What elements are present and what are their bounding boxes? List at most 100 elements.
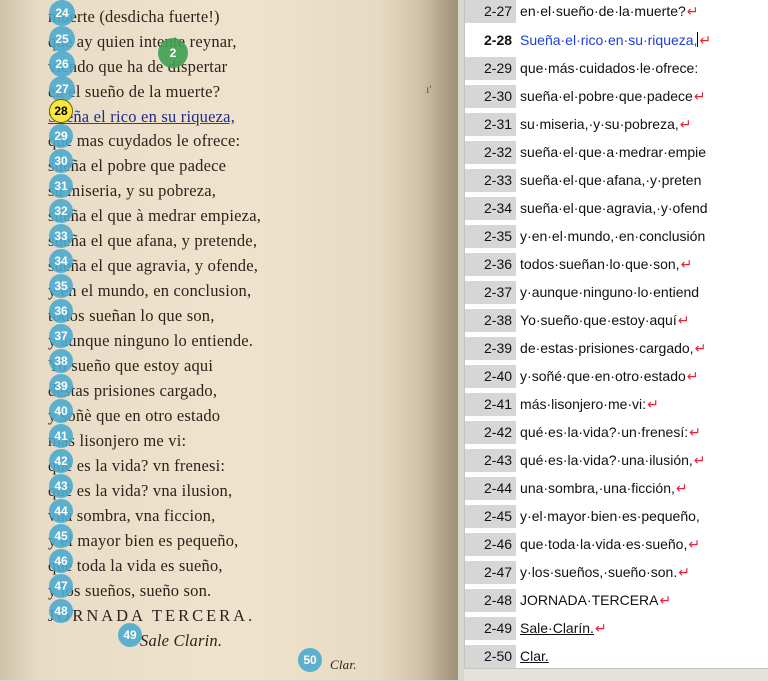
editor-row[interactable]: 2-31 su·miseria,·y·su·pobreza,↵ [465, 113, 691, 136]
line-marker-36[interactable]: 36 [49, 299, 73, 323]
line-text[interactable]: JORNADA·TERCERA [520, 592, 658, 608]
pilcrow-icon: ↵ [686, 368, 699, 384]
line-text[interactable]: su·miseria,·y·su·pobreza, [520, 116, 679, 132]
scan-line-49: Sale Clarin. [140, 631, 223, 650]
editor-row[interactable]: 2-27 en·el·sueño·de·la·muerte?↵ [465, 0, 699, 23]
line-marker-49[interactable]: 49 [118, 623, 142, 647]
line-marker-26[interactable]: 26 [49, 51, 75, 77]
line-text[interactable]: en·el·sueño·de·la·muerte? [520, 3, 686, 19]
editor-row[interactable]: 2-32 sueña·el·que·a·medrar·empie [465, 141, 706, 164]
editor-row[interactable]: 2-43 qué·es·la·vida?·una·ilusión,↵ [465, 449, 706, 472]
scan-line-29: que mas cuydados le ofrece: [48, 131, 241, 150]
line-text[interactable]: sueña·el·que·afana,·y·preten [520, 172, 701, 188]
pilcrow-icon: ↵ [679, 116, 692, 132]
line-text[interactable]: sueña·el·que·a·medrar·empie [520, 144, 706, 160]
line-marker-42[interactable]: 42 [49, 449, 73, 473]
word-marker-green[interactable]: 2 [158, 38, 188, 68]
scan-line-35: y en el mundo, en conclusion, [48, 281, 252, 300]
pilcrow-icon: ↵ [689, 424, 701, 440]
editor-row[interactable]: 2-38 Yo·sueño·que·estoy·aquí↵ [465, 309, 689, 332]
scan-line-50: Clar. [330, 657, 357, 672]
line-text[interactable]: Sale·Clarín. [520, 620, 594, 636]
editor-row[interactable]: 2-37 y·aunque·ninguno·lo·entiend [465, 281, 699, 304]
pilcrow-icon: ↵ [680, 256, 693, 272]
line-text[interactable]: Yo·sueño·que·estoy·aquí [520, 312, 677, 328]
line-marker-48[interactable]: 48 [49, 599, 73, 623]
editor-row[interactable]: 2-45 y·el·mayor·bien·es·pequeño, [465, 505, 700, 528]
editor-row[interactable]: 2-33 sueña·el·que·afana,·y·preten [465, 169, 701, 192]
line-marker-38[interactable]: 38 [49, 349, 73, 373]
line-text[interactable]: que·toda·la·vida·es·sueño, [520, 536, 687, 552]
line-text[interactable]: y·aunque·ninguno·lo·entiend [520, 284, 699, 300]
editor-row[interactable]: 2-42 qué·es·la·vida?·un·frenesí:↵ [465, 421, 701, 444]
line-marker-39[interactable]: 39 [49, 374, 73, 398]
line-number: 2-35 [465, 225, 517, 248]
editor-row[interactable]: 2-46 que·toda·la·vida·es·sueño,↵ [465, 533, 700, 556]
line-text[interactable]: sueña·el·que·agravia,·y·ofend [520, 200, 708, 216]
editor-row[interactable]: 2-30 sueña·el·pobre·que·padece↵ [465, 85, 706, 108]
line-marker-34[interactable]: 34 [49, 249, 73, 273]
line-text[interactable]: de·estas·prisiones·cargado, [520, 340, 694, 356]
editor-row-active[interactable]: 2-28 Sueña·el·rico·en·su·riqueza, ↵ [465, 29, 711, 52]
line-marker-24[interactable]: 24 [49, 0, 75, 26]
line-marker-33[interactable]: 33 [49, 224, 73, 248]
line-number: 2-34 [465, 197, 517, 220]
editor-row[interactable]: 2-29 que·más·cuidados·le·ofrece: [465, 57, 698, 80]
line-marker-47[interactable]: 47 [49, 574, 73, 598]
line-text[interactable]: y·soñé·que·en·otro·estado [520, 368, 686, 384]
scan-line-46: que toda la vida es sueño, [48, 556, 223, 575]
editor-row[interactable]: 2-34 sueña·el·que·agravia,·y·ofend [465, 197, 708, 220]
transcription-editor[interactable]: 2-27 en·el·sueño·de·la·muerte?↵ 2-28 Sueña… [464, 0, 768, 668]
line-marker-25[interactable]: 25 [49, 26, 75, 52]
line-marker-46[interactable]: 46 [49, 549, 73, 573]
pilcrow-icon: ↵ [694, 340, 707, 356]
line-text[interactable]: Clar. [520, 648, 549, 664]
editor-row[interactable]: 2-47 y·los·sueños,·sueño·son.↵ [465, 561, 690, 584]
line-text[interactable]: qué·es·la·vida?·un·frenesí: [520, 424, 688, 440]
line-marker-32[interactable]: 32 [49, 199, 73, 223]
line-text[interactable]: que·más·cuidados·le·ofrece: [520, 60, 698, 76]
line-marker-40[interactable]: 40 [49, 399, 73, 423]
line-number: 2-46 [465, 533, 517, 556]
line-marker-44[interactable]: 44 [49, 499, 73, 523]
editor-bottom-bar [464, 668, 768, 681]
editor-row[interactable]: 2-35 y·en·el·mundo,·en·conclusión [465, 225, 705, 248]
line-text[interactable]: y·los·sueños,·sueño·son. [520, 564, 677, 580]
editor-row[interactable]: 2-48 JORNADA·TERCERA↵ [465, 589, 671, 612]
scan-line-34: sueña el que agravia, y ofende, [48, 256, 259, 275]
line-number: 2-49 [465, 617, 517, 640]
line-number: 2-45 [465, 505, 517, 528]
editor-row[interactable]: 2-40 y·soñé·que·en·otro·estado↵ [465, 365, 699, 388]
scan-line-32: sueña el que à medrar empieza, [48, 206, 262, 225]
line-text[interactable]: y·el·mayor·bien·es·pequeño, [520, 508, 700, 524]
line-text-active[interactable]: Sueña·el·rico·en·su·riqueza, [520, 32, 697, 48]
editor-row[interactable]: 2-50 Clar. [465, 645, 549, 668]
line-marker-30[interactable]: 30 [49, 149, 73, 173]
editor-row[interactable]: 2-36 todos·sueñan·lo·que·son,↵ [465, 253, 692, 276]
editor-row[interactable]: 2-41 más·lisonjero·me·vi:↵ [465, 393, 659, 416]
line-number-active: 2-28 [465, 29, 517, 52]
line-text[interactable]: una·sombra,·una·ficción, [520, 480, 675, 496]
scan-line-28-selected[interactable]: Sueña el rico en su riqueza, [48, 106, 235, 128]
line-marker-31[interactable]: 31 [49, 174, 73, 198]
line-marker-37[interactable]: 37 [49, 324, 73, 348]
editor-row[interactable]: 2-39 de·estas·prisiones·cargado,↵ [465, 337, 706, 360]
line-text[interactable]: todos·sueñan·lo·que·son, [520, 256, 680, 272]
line-marker-41[interactable]: 41 [49, 424, 73, 448]
scan-line-45: y el mayor bien es pequeño, [48, 531, 239, 550]
line-marker-45[interactable]: 45 [49, 524, 73, 548]
editor-row[interactable]: 2-44 una·sombra,·una·ficción,↵ [465, 477, 688, 500]
line-marker-35[interactable]: 35 [49, 274, 73, 298]
line-marker-43[interactable]: 43 [49, 474, 73, 498]
line-text[interactable]: qué·es·la·vida?·una·ilusión, [520, 452, 693, 468]
line-marker-29[interactable]: 29 [49, 124, 73, 148]
line-marker-50[interactable]: 50 [298, 648, 322, 672]
line-text[interactable]: más·lisonjero·me·vi: [520, 396, 646, 412]
line-text[interactable]: sueña·el·pobre·que·padece [520, 88, 693, 104]
line-number: 2-29 [465, 57, 517, 80]
line-text[interactable]: y·en·el·mundo,·en·conclusión [520, 228, 705, 244]
pilcrow-icon: ↵ [693, 88, 706, 104]
pilcrow-icon: ↵ [699, 32, 712, 48]
editor-row[interactable]: 2-49 Sale·Clarín.↵ [465, 617, 607, 640]
line-marker-28-active[interactable]: 28 [49, 99, 73, 123]
